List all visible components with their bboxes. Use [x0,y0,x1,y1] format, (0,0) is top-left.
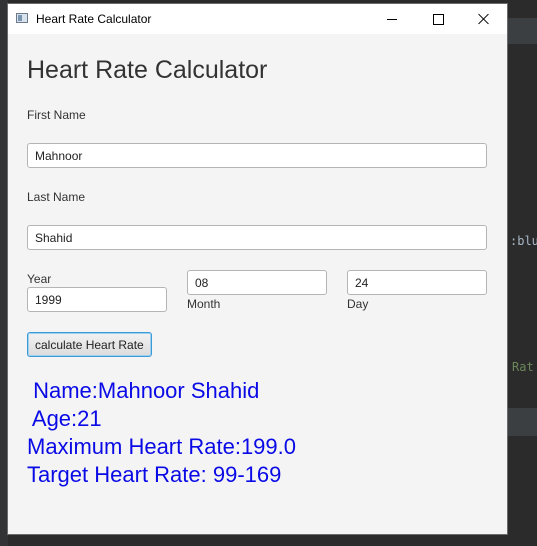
result-name: Name:Mahnoor Shahid [27,378,260,403]
month-field[interactable] [187,270,327,295]
minimize-button[interactable] [369,4,415,34]
first-name-label: First Name [27,108,86,122]
last-name-field[interactable] [27,225,487,250]
maximize-icon [432,13,444,25]
app-window-icon [16,13,28,23]
close-button[interactable] [461,4,507,34]
year-label: Year [27,272,52,286]
result-age: Age:21 [27,406,102,431]
app-window: Heart Rate Calculator Heart Rate Calcula… [8,4,507,534]
calculate-heart-rate-button[interactable]: calculate Heart Rate [27,332,152,357]
last-name-label: Last Name [27,190,86,204]
close-icon [478,13,490,25]
result-max-heart-rate: Maximum Heart Rate:199.0 [27,434,296,459]
title-bar[interactable]: Heart Rate Calculator [8,4,507,34]
first-name-field[interactable] [27,143,487,168]
ide-code-fragment: :blu [510,234,537,248]
page-title: Heart Rate Calculator [27,56,268,84]
maximize-button[interactable] [415,4,461,34]
ide-gutter [0,0,8,546]
window-title: Heart Rate Calculator [36,12,152,26]
minimize-icon [387,18,397,20]
day-label: Day [347,297,369,311]
result-target-heart-rate: Target Heart Rate: 99-169 [27,462,282,487]
ide-code-fragment: Rat [512,360,534,374]
day-field[interactable] [347,270,487,295]
month-label: Month [187,297,221,311]
form-panel: Heart Rate Calculator First Name Last Na… [8,34,507,534]
year-field[interactable] [27,287,167,312]
